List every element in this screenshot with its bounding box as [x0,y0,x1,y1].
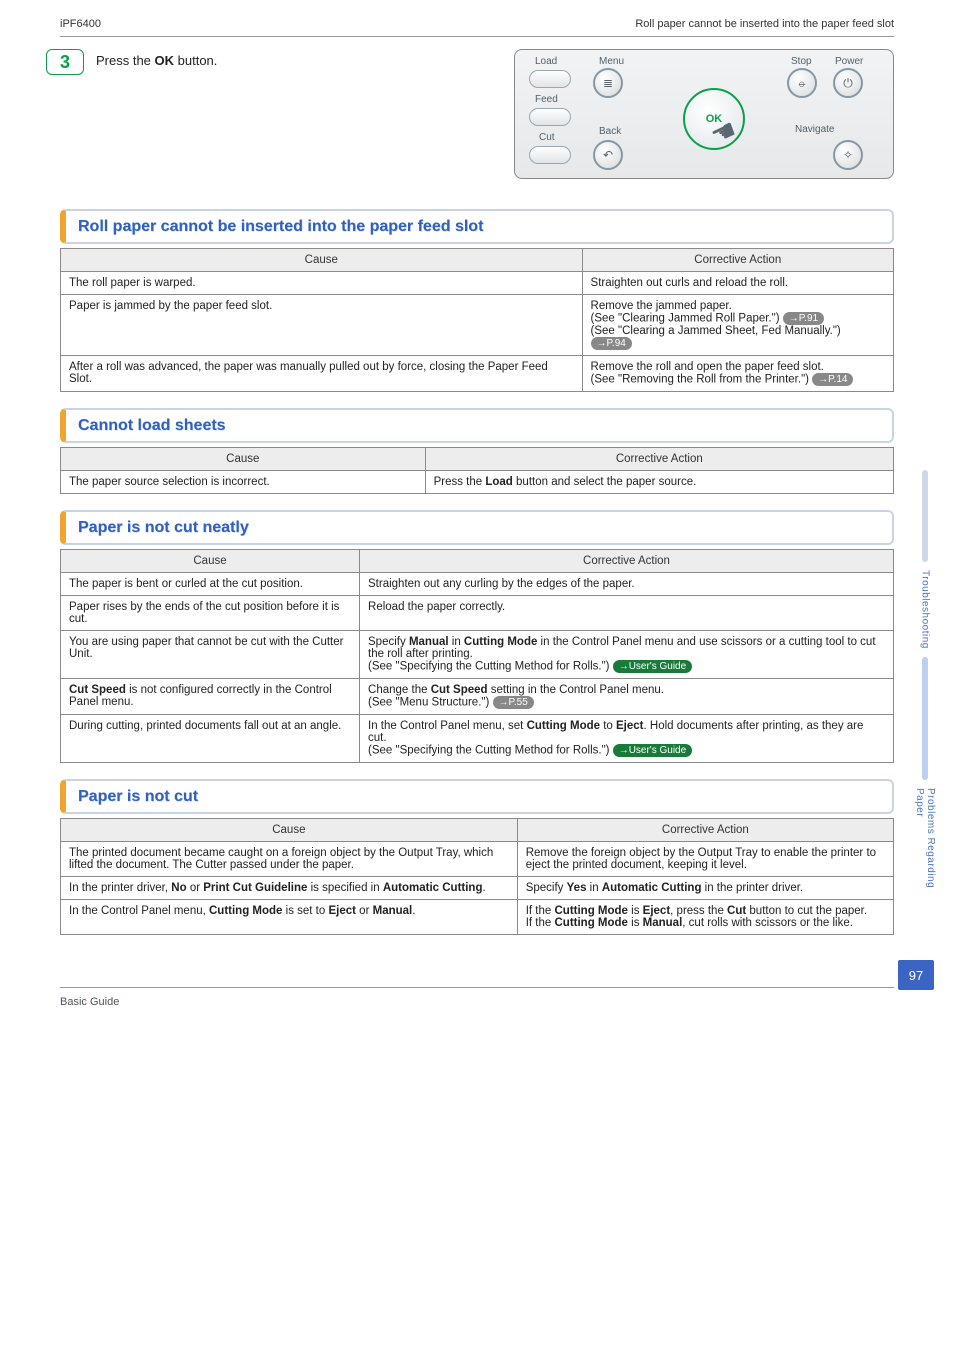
feed-button-graphic [529,108,571,126]
step-suffix: button. [174,53,217,68]
navigate-button-graphic: ✧ [833,140,863,170]
footer-guide-name: Basic Guide [60,996,894,1008]
guide-ref-pill[interactable]: →User's Guide [613,744,693,757]
page-ref-pill[interactable]: →P.14 [812,373,853,386]
action-cell: Remove the foreign object by the Output … [517,842,893,877]
label-cut: Cut [539,132,555,143]
page-topic: Roll paper cannot be inserted into the p… [635,18,894,30]
rail-segment [922,657,928,780]
cause-cell: The roll paper is warped. [61,272,583,295]
label-power: Power [835,56,863,67]
model-name: iPF6400 [60,18,101,30]
menu-button-graphic: ≣ [593,68,623,98]
section-title: Paper is not cut [78,788,880,806]
section-heading: Paper is not cut neatly [60,510,894,545]
section-heading: Roll paper cannot be inserted into the p… [60,209,894,244]
action-cell: If the Cutting Mode is Eject, press the … [517,900,893,935]
col-action: Corrective Action [360,550,894,573]
troubleshooting-table: CauseCorrective ActionThe paper source s… [60,447,894,494]
cause-cell: During cutting, printed documents fall o… [61,715,360,763]
action-cell: Change the Cut Speed setting in the Cont… [360,679,894,715]
section-heading: Paper is not cut [60,779,894,814]
step-number-badge: 3 [46,49,84,75]
table-row: Cut Speed is not configured correctly in… [61,679,894,715]
control-panel-illustration: Load Feed Cut Menu ≣ Back ↶ OK ☚ Stop ⦵ … [514,49,894,179]
section-heading: Cannot load sheets [60,408,894,443]
cause-cell: You are using paper that cannot be cut w… [61,631,360,679]
table-row: Paper is jammed by the paper feed slot.R… [61,295,894,356]
cause-cell: After a roll was advanced, the paper was… [61,356,583,392]
stop-button-graphic: ⦵ [787,68,817,98]
power-button-graphic: ⏻ [833,68,863,98]
table-row: The paper source selection is incorrect.… [61,471,894,494]
step-button-name: OK [155,53,175,68]
load-button-graphic [529,70,571,88]
cause-cell: Cut Speed is not configured correctly in… [61,679,360,715]
action-cell: Specify Yes in Automatic Cutting in the … [517,877,893,900]
label-load: Load [535,56,557,67]
action-cell: Straighten out any curling by the edges … [360,573,894,596]
table-row: The paper is bent or curled at the cut p… [61,573,894,596]
table-row: During cutting, printed documents fall o… [61,715,894,763]
page-ref-pill[interactable]: →P.91 [783,312,824,325]
step-prefix: Press the [96,53,155,68]
action-cell: Reload the paper correctly. [360,596,894,631]
cause-cell: The paper is bent or curled at the cut p… [61,573,360,596]
label-feed: Feed [535,94,558,105]
section-title: Roll paper cannot be inserted into the p… [78,218,880,236]
page-ref-pill[interactable]: →P.94 [591,337,632,350]
label-navigate: Navigate [795,124,834,135]
troubleshooting-table: CauseCorrective ActionThe roll paper is … [60,248,894,392]
action-cell: Specify Manual in Cutting Mode in the Co… [360,631,894,679]
header-rule [60,36,894,37]
back-button-graphic: ↶ [593,140,623,170]
action-cell: Straighten out curls and reload the roll… [582,272,893,295]
cause-cell: The printed document became caught on a … [61,842,518,877]
table-row: After a roll was advanced, the paper was… [61,356,894,392]
cut-button-graphic [529,146,571,164]
action-cell: Remove the roll and open the paper feed … [582,356,893,392]
section-title: Paper is not cut neatly [78,519,880,537]
cause-cell: In the Control Panel menu, Cutting Mode … [61,900,518,935]
label-stop: Stop [791,56,812,67]
table-row: You are using paper that cannot be cut w… [61,631,894,679]
action-cell: Press the Load button and select the pap… [425,471,893,494]
table-row: Paper rises by the ends of the cut posit… [61,596,894,631]
troubleshooting-table: CauseCorrective ActionThe paper is bent … [60,549,894,763]
section-title: Cannot load sheets [78,417,880,435]
col-cause: Cause [61,550,360,573]
col-action: Corrective Action [425,448,893,471]
rail-segment [922,470,928,562]
table-row: The roll paper is warped.Straighten out … [61,272,894,295]
label-back: Back [599,126,621,137]
side-rail: Troubleshooting Problems Regarding Paper [910,470,940,890]
col-cause: Cause [61,249,583,272]
label-menu: Menu [599,56,624,67]
col-action: Corrective Action [517,819,893,842]
col-action: Corrective Action [582,249,893,272]
action-cell: In the Control Panel menu, set Cutting M… [360,715,894,763]
action-cell: Remove the jammed paper.(See "Clearing J… [582,295,893,356]
col-cause: Cause [61,819,518,842]
cause-cell: Paper rises by the ends of the cut posit… [61,596,360,631]
cause-cell: Paper is jammed by the paper feed slot. [61,295,583,356]
table-row: In the Control Panel menu, Cutting Mode … [61,900,894,935]
page-number: 97 [898,960,934,990]
side-tab-problems-paper: Problems Regarding Paper [914,788,936,890]
table-row: The printed document became caught on a … [61,842,894,877]
side-tab-troubleshooting: Troubleshooting [920,570,931,649]
col-cause: Cause [61,448,426,471]
cause-cell: The paper source selection is incorrect. [61,471,426,494]
step-instruction: Press the OK button. [96,49,217,68]
cause-cell: In the printer driver, No or Print Cut G… [61,877,518,900]
page-ref-pill[interactable]: →P.55 [493,696,534,709]
troubleshooting-table: CauseCorrective ActionThe printed docume… [60,818,894,935]
footer-rule [60,987,894,988]
guide-ref-pill[interactable]: →User's Guide [613,660,693,673]
table-row: In the printer driver, No or Print Cut G… [61,877,894,900]
